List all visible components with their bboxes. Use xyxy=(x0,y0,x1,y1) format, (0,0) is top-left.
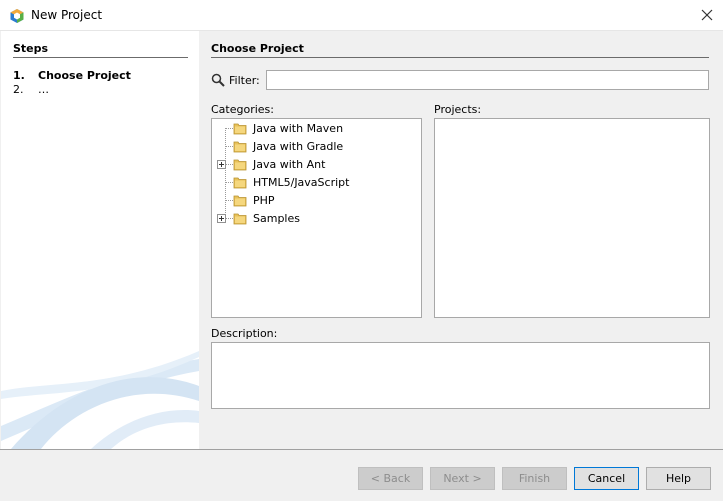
step-label: … xyxy=(38,83,49,96)
netbeans-cube-icon xyxy=(10,9,24,23)
cancel-button[interactable]: Cancel xyxy=(574,467,639,490)
tree-connector xyxy=(226,218,233,219)
tree-item-label: Samples xyxy=(253,211,300,225)
window-title: New Project xyxy=(31,8,103,22)
tree-item[interactable]: Samples xyxy=(233,209,300,227)
categories-label: Categories: xyxy=(211,103,274,116)
search-icon xyxy=(211,73,225,87)
tree-item-label: Java with Gradle xyxy=(253,139,344,153)
decorative-swoosh-graphic xyxy=(1,351,199,449)
expand-toggle[interactable] xyxy=(217,214,226,223)
step-item: 2. … xyxy=(13,83,49,96)
tree-item-label: PHP xyxy=(253,193,275,207)
folder-icon xyxy=(233,159,247,170)
tree-connector xyxy=(225,128,226,219)
tree-connector xyxy=(225,200,233,201)
filter-input[interactable] xyxy=(266,70,709,90)
step-number: 2. xyxy=(13,83,24,96)
back-button[interactable]: < Back xyxy=(358,467,423,490)
heading-divider xyxy=(211,57,709,58)
tree-item-label: Java with Maven xyxy=(253,121,344,135)
tree-item[interactable]: Java with Gradle xyxy=(233,137,343,155)
close-icon xyxy=(701,9,713,21)
steps-panel: Steps 1. Choose Project 2. … xyxy=(1,31,199,449)
tree-item[interactable]: Java with Ant xyxy=(233,155,325,173)
step-number: 1. xyxy=(13,69,25,82)
projects-list[interactable] xyxy=(434,118,710,318)
next-button[interactable]: Next > xyxy=(430,467,495,490)
description-label: Description: xyxy=(211,327,278,340)
projects-label: Projects: xyxy=(434,103,482,116)
tree-connector xyxy=(226,164,233,165)
tree-connector xyxy=(225,182,233,183)
folder-icon xyxy=(233,123,247,134)
tree-item-label: Java with Ant xyxy=(253,157,326,171)
categories-tree[interactable]: Java with Maven Java with Gradle Java wi… xyxy=(211,118,422,318)
step-item: 1. Choose Project xyxy=(13,69,131,82)
close-button[interactable] xyxy=(693,1,721,29)
help-button[interactable]: Help xyxy=(646,467,711,490)
tree-item[interactable]: Java with Maven xyxy=(233,119,343,137)
steps-divider xyxy=(13,57,188,58)
tree-item[interactable]: HTML5/JavaScript xyxy=(233,173,349,191)
folder-icon xyxy=(233,141,247,152)
tree-item[interactable]: PHP xyxy=(233,191,275,209)
description-area[interactable] xyxy=(211,342,710,409)
finish-button[interactable]: Finish xyxy=(502,467,567,490)
folder-icon xyxy=(233,195,247,206)
tree-connector xyxy=(225,128,233,129)
expand-toggle[interactable] xyxy=(217,160,226,169)
main-panel: Choose Project Filter: Categories: Java … xyxy=(199,31,722,449)
footer-divider xyxy=(0,449,723,450)
folder-icon xyxy=(233,213,247,224)
tree-connector xyxy=(225,146,233,147)
tree-item-label: HTML5/JavaScript xyxy=(253,175,350,189)
folder-icon xyxy=(233,177,247,188)
page-title: Choose Project xyxy=(211,42,304,55)
steps-heading: Steps xyxy=(13,42,49,55)
step-label: Choose Project xyxy=(38,69,131,82)
filter-label: Filter: xyxy=(229,74,260,87)
title-bar: New Project xyxy=(0,0,723,31)
